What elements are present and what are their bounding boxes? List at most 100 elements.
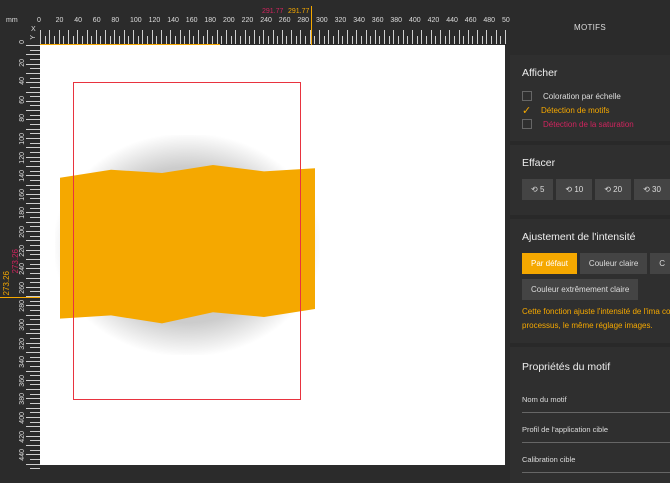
ruler-tick bbox=[263, 30, 265, 44]
ruler-tick bbox=[26, 314, 40, 316]
ruler-tick bbox=[370, 36, 372, 44]
ruler-tick bbox=[30, 114, 40, 116]
ruler-tick bbox=[26, 286, 40, 288]
x-tick-label: 200 bbox=[223, 17, 235, 24]
ruler-tick bbox=[374, 30, 376, 44]
ruler-tick bbox=[26, 398, 40, 400]
y-marker-orange: 273.26 bbox=[2, 271, 11, 296]
ruler-tick bbox=[379, 36, 381, 44]
x-tick-label: 460 bbox=[464, 17, 477, 24]
print-canvas[interactable] bbox=[40, 45, 505, 465]
ruler-tick bbox=[193, 36, 195, 44]
ruler-tick bbox=[235, 30, 237, 44]
x-tick-label: 340 bbox=[353, 17, 365, 24]
ruler-tick bbox=[226, 30, 227, 44]
ruler-tick bbox=[30, 356, 40, 358]
erase-10-button[interactable]: ⟲ 10 bbox=[556, 179, 593, 200]
erase-5-button[interactable]: ⟲ 5 bbox=[522, 179, 554, 200]
ruler-tick bbox=[30, 430, 40, 432]
option-label: Coloration par échelle bbox=[543, 91, 621, 101]
par-defaut-button[interactable]: Par défaut bbox=[522, 253, 577, 274]
proprietes-title: Propriétés du motif bbox=[522, 361, 611, 373]
ruler-tick bbox=[198, 30, 200, 44]
ruler-tick bbox=[30, 207, 40, 209]
ruler-tick bbox=[435, 36, 437, 44]
ruler-tick bbox=[267, 36, 269, 44]
selection-frame[interactable] bbox=[73, 82, 301, 400]
ruler-tick bbox=[356, 30, 358, 44]
ruler-tick bbox=[346, 30, 348, 44]
checkbox-detection-motifs[interactable]: ✓ Détection de motifs bbox=[522, 103, 658, 117]
ruler-tick bbox=[249, 36, 251, 44]
y-tick-label: 360 bbox=[19, 374, 26, 387]
y-tick-label: 40 bbox=[19, 77, 26, 85]
cut-off-button[interactable]: C bbox=[650, 253, 670, 274]
ruler-tick bbox=[30, 319, 40, 321]
ruler-tick bbox=[30, 244, 40, 246]
ruler-tick bbox=[26, 444, 40, 446]
ruler-tick bbox=[30, 68, 40, 70]
couleur-claire-button[interactable]: Couleur claire bbox=[579, 253, 648, 274]
ruler-tick bbox=[26, 119, 40, 121]
checkbox-icon bbox=[522, 91, 532, 101]
profil-application-field[interactable]: Profil de l'application cible bbox=[522, 413, 670, 443]
afficher-title: Afficher bbox=[522, 67, 558, 79]
couleur-extremement-claire-button[interactable]: Couleur extrêmement claire bbox=[522, 279, 639, 300]
ruler-tick bbox=[309, 30, 311, 44]
ruler-tick bbox=[212, 36, 214, 44]
ruler-tick bbox=[26, 370, 40, 372]
eraser-icon: ⟲ bbox=[565, 185, 575, 194]
ruler-tick bbox=[30, 151, 40, 153]
ruler-tick bbox=[30, 189, 40, 191]
ruler-tick bbox=[30, 77, 40, 79]
ruler-tick bbox=[30, 291, 40, 293]
ruler-tick bbox=[402, 30, 404, 44]
ruler-tick bbox=[319, 30, 320, 44]
ruler-tick bbox=[26, 165, 40, 167]
ruler-tick bbox=[421, 30, 423, 44]
ruler-tick bbox=[26, 296, 40, 298]
ruler-tick bbox=[281, 30, 283, 44]
eraser-icon: ⟲ bbox=[531, 185, 540, 194]
nom-motif-field[interactable]: Nom du motif bbox=[522, 383, 670, 413]
ruler-tick bbox=[30, 310, 40, 312]
ruler-tick bbox=[30, 217, 40, 219]
ruler-tick bbox=[26, 156, 40, 158]
ruler-tick bbox=[258, 36, 260, 44]
ruler-tick bbox=[30, 347, 40, 349]
ruler-tick bbox=[202, 36, 204, 44]
ruler-tick bbox=[30, 86, 40, 88]
erase-30-button[interactable]: ⟲ 30 bbox=[634, 179, 670, 200]
erase-20-button[interactable]: ⟲ 20 bbox=[595, 179, 632, 200]
ruler-tick bbox=[165, 36, 167, 44]
ruler-tick bbox=[109, 36, 111, 44]
ruler-tick bbox=[425, 36, 427, 44]
y-tick-label: 200 bbox=[19, 226, 26, 238]
ruler-tick bbox=[26, 342, 40, 344]
ruler-tick bbox=[26, 175, 40, 177]
ruler-tick bbox=[30, 105, 40, 107]
ruler-tick bbox=[30, 263, 40, 265]
y-tick-label: 60 bbox=[19, 95, 26, 104]
ruler-tick bbox=[26, 240, 40, 242]
eraser-icon: ⟲ bbox=[643, 185, 653, 194]
ruler-tick bbox=[30, 124, 40, 126]
ruler-tick bbox=[95, 30, 97, 44]
ruler-tick bbox=[486, 30, 488, 44]
y-marker-line bbox=[0, 297, 40, 298]
x-axis-label: X bbox=[31, 26, 36, 33]
ruler-tick bbox=[388, 36, 390, 44]
checkbox-coloration[interactable]: Coloration par échelle bbox=[522, 89, 658, 103]
ruler-tick bbox=[323, 36, 325, 44]
option-label: Détection de la saturation bbox=[543, 119, 634, 129]
ruler-tick bbox=[142, 30, 144, 44]
ruler-tick bbox=[244, 30, 246, 44]
calibration-field[interactable]: Calibration cible bbox=[522, 443, 670, 473]
checkbox-saturation[interactable]: Détection de la saturation bbox=[522, 117, 658, 131]
ruler-tick bbox=[453, 36, 455, 44]
effacer-title: Effacer bbox=[522, 157, 556, 169]
ruler-tick bbox=[26, 72, 40, 74]
x-marker-orange: 291.77 bbox=[288, 8, 310, 15]
ruler-tick bbox=[328, 30, 330, 44]
ruler-tick bbox=[26, 379, 40, 381]
